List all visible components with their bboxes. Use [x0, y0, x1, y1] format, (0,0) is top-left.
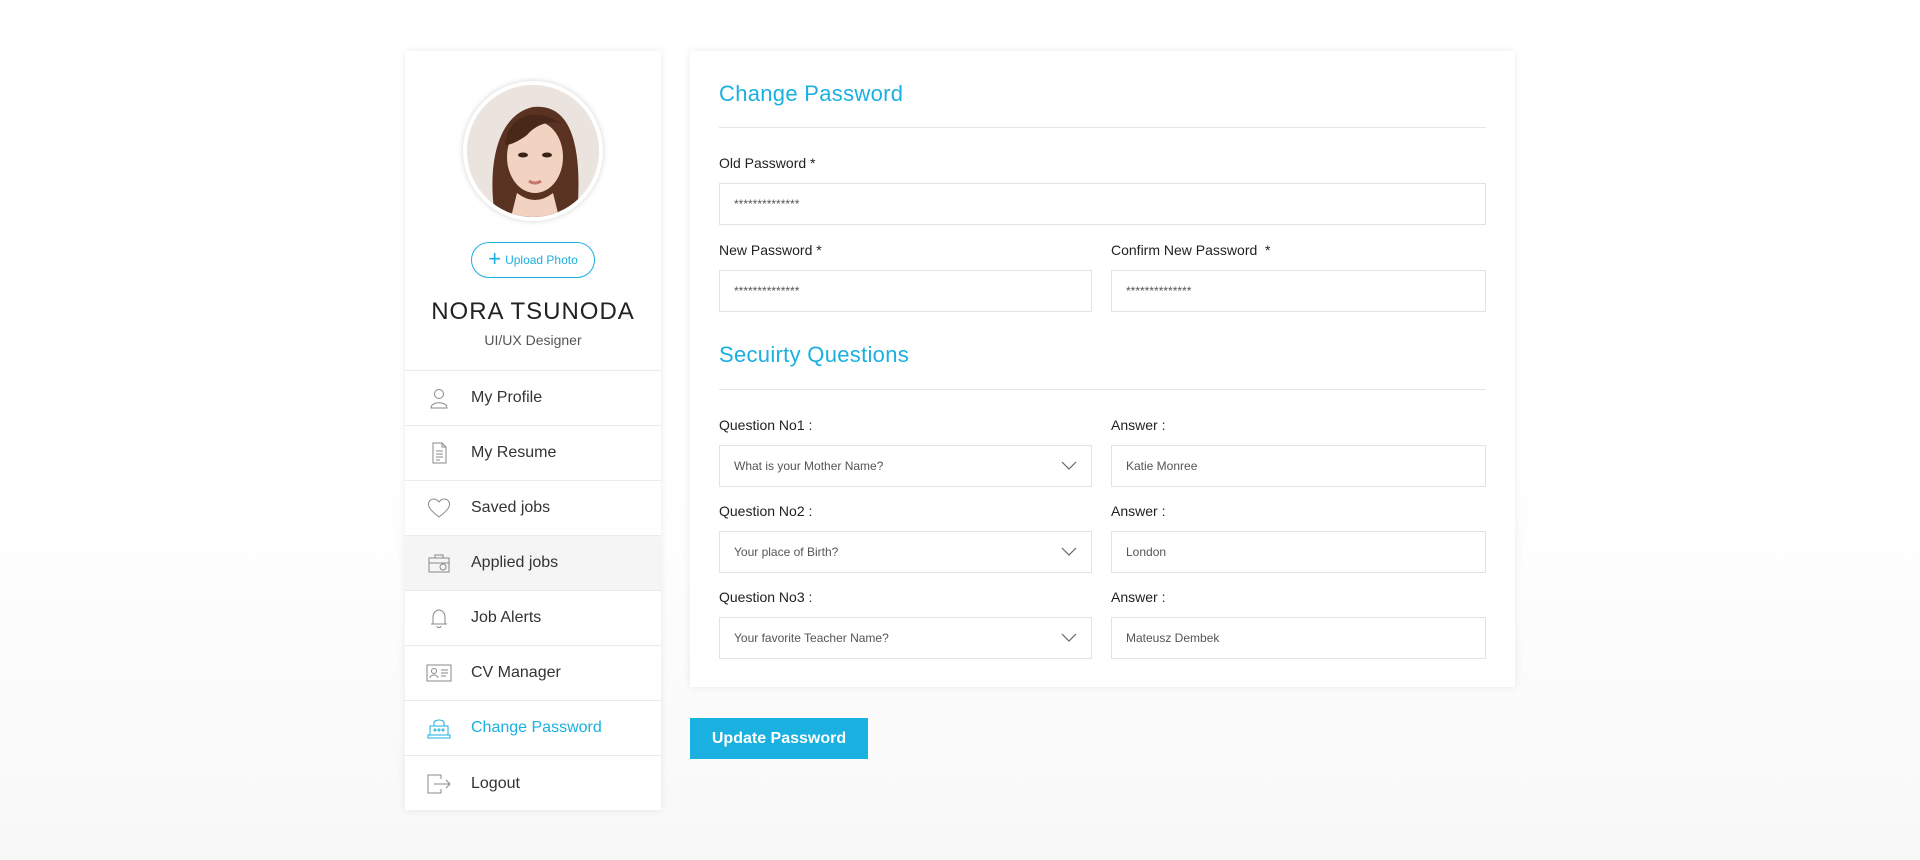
profile-name: NORA TSUNODA [431, 298, 635, 325]
confirm-password-value: ************** [1126, 284, 1192, 298]
question-select-value: What is your Mother Name? [734, 459, 884, 473]
heart-icon [425, 496, 453, 520]
profile-sidebar: + Upload Photo NORA TSUNODA UI/UX Design… [405, 51, 661, 810]
sidebar-item-saved-jobs[interactable]: Saved jobs [405, 481, 661, 536]
confirm-password-input[interactable]: ************** [1111, 270, 1486, 312]
answer-input[interactable]: London [1111, 531, 1486, 573]
sidebar-item-change-password[interactable]: Change Password [405, 701, 661, 756]
avatar [463, 81, 603, 221]
answer-label: Answer : [1111, 417, 1166, 433]
question-select[interactable]: Your place of Birth? [719, 531, 1092, 573]
answer-value: Katie Monree [1126, 459, 1198, 473]
briefcase-icon [425, 551, 453, 575]
new-password-input[interactable]: ************** [719, 270, 1092, 312]
question-label: Question No2 : [719, 503, 813, 519]
sidebar-item-label: CV Manager [471, 664, 561, 681]
bell-icon [425, 606, 453, 630]
sidebar-item-my-resume[interactable]: My Resume [405, 426, 661, 481]
security-questions-title: Secuirty Questions [719, 342, 910, 367]
sidebar-menu: My Profile My Resume Saved jobs Applied … [405, 371, 661, 811]
sidebar-item-label: Change Password [471, 719, 602, 736]
change-password-card: Change Password Old Password * *********… [690, 51, 1515, 687]
new-password-value: ************** [734, 284, 800, 298]
sidebar-item-label: Job Alerts [471, 609, 542, 626]
sidebar-item-job-alerts[interactable]: Job Alerts [405, 591, 661, 646]
question-select[interactable]: What is your Mother Name? [719, 445, 1092, 487]
upload-photo-button[interactable]: + Upload Photo [471, 242, 595, 278]
question-select[interactable]: Your favorite Teacher Name? [719, 617, 1092, 659]
section-divider [719, 389, 1486, 390]
avatar-photo [467, 85, 599, 217]
sidebar-item-applied-jobs[interactable]: Applied jobs [405, 536, 661, 591]
change-password-title: Change Password [719, 81, 904, 106]
profile-role: UI/UX Designer [484, 332, 582, 348]
sidebar-item-label: My Profile [471, 389, 543, 406]
chevron-down-icon [1061, 547, 1077, 556]
new-password-label: New Password * [719, 242, 822, 258]
old-password-input[interactable]: ************** [719, 183, 1486, 225]
answer-value: Mateusz Dembek [1126, 631, 1220, 645]
chevron-down-icon [1061, 461, 1077, 470]
user-icon [425, 386, 453, 410]
question-label: Question No3 : [719, 589, 813, 605]
question-select-value: Your place of Birth? [734, 545, 839, 559]
plus-icon: + [488, 246, 502, 271]
update-password-button[interactable]: Update Password [690, 718, 868, 759]
question-select-value: Your favorite Teacher Name? [734, 631, 889, 645]
confirm-password-label: Confirm New Password * [1111, 242, 1271, 258]
id-card-icon [425, 661, 453, 685]
sidebar-item-label: My Resume [471, 444, 557, 461]
old-password-label: Old Password * [719, 155, 816, 171]
answer-value: London [1126, 545, 1167, 559]
answer-input[interactable]: Mateusz Dembek [1111, 617, 1486, 659]
question-label: Question No1 : [719, 417, 813, 433]
sidebar-item-label: Logout [471, 774, 520, 792]
sidebar-item-cv-manager[interactable]: CV Manager [405, 646, 661, 701]
answer-label: Answer : [1111, 503, 1166, 519]
old-password-value: ************** [734, 197, 800, 211]
sidebar-item-logout[interactable]: Logout [405, 756, 661, 811]
sidebar-item-label: Applied jobs [471, 554, 559, 571]
section-divider [719, 127, 1486, 128]
answer-input[interactable]: Katie Monree [1111, 445, 1486, 487]
lock-icon [425, 716, 453, 740]
sidebar-item-label: Saved jobs [471, 499, 551, 516]
sidebar-item-my-profile[interactable]: My Profile [405, 371, 661, 426]
logout-icon [425, 772, 453, 796]
profile-header: + Upload Photo NORA TSUNODA UI/UX Design… [405, 51, 661, 371]
resume-icon [425, 441, 453, 465]
upload-photo-label: Upload Photo [505, 253, 578, 267]
answer-label: Answer : [1111, 589, 1166, 605]
chevron-down-icon [1061, 633, 1077, 642]
